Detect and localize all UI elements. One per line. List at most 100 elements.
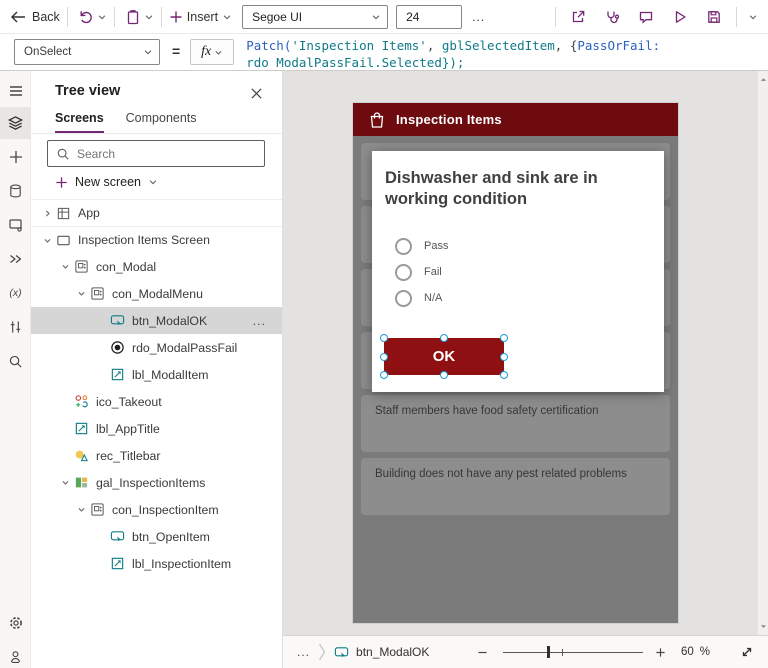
tree-item-label: con_ModalMenu [112, 286, 203, 301]
chevron-down-icon[interactable] [57, 262, 73, 271]
selection-handle[interactable] [500, 371, 508, 379]
zoom-in-button[interactable] [655, 647, 669, 658]
zoom-slider-thumb[interactable] [546, 646, 550, 658]
font-size-input[interactable] [406, 9, 447, 24]
virtual-agent-icon[interactable] [0, 641, 31, 668]
toolbar-divider [555, 6, 556, 27]
radio-option-pass[interactable]: Pass [395, 236, 448, 256]
tree-item-more-button[interactable]: ... [253, 314, 266, 328]
radio-circle-icon[interactable] [395, 289, 412, 307]
scroll-up-icon[interactable] [760, 76, 767, 83]
save-dropdown-chevron[interactable] [748, 12, 758, 22]
radio-option-label: Fail [424, 266, 442, 278]
chevron-down-icon[interactable] [73, 289, 89, 298]
search-rail-icon[interactable] [0, 345, 31, 377]
tree-item-label: rec_Titlebar [96, 448, 161, 463]
chevron-right-icon[interactable] [39, 209, 55, 218]
fullscreen-expand-icon[interactable] [740, 645, 754, 659]
ok-button-selection[interactable]: OK [380, 334, 508, 379]
selected-control-breadcrumb[interactable]: btn_ModalOK [334, 645, 429, 660]
inspection-modal: Dishwasher and sink are in working condi… [372, 151, 664, 392]
tree-item-lbl-modalitem[interactable]: lbl_ModalItem [31, 361, 282, 388]
data-icon[interactable] [0, 175, 31, 207]
tree-item-btn-modalok[interactable]: btn_ModalOK ... [31, 307, 282, 334]
menu-icon[interactable] [0, 75, 31, 107]
comments-icon[interactable] [635, 5, 657, 29]
tree-item-btn-openitem[interactable]: btn_OpenItem [31, 523, 282, 550]
undo-dropdown-chevron[interactable] [97, 12, 107, 22]
selection-handle[interactable] [440, 371, 448, 379]
media-icon[interactable] [0, 209, 31, 241]
formula-line2: rdo_ModalPassFail.Selected}); [246, 54, 465, 70]
tree-item-app[interactable]: App [31, 199, 282, 226]
scroll-down-icon[interactable] [760, 623, 767, 630]
radio-option-na[interactable]: N/A [395, 288, 442, 308]
selection-handle[interactable] [380, 334, 388, 342]
app-preview-screen[interactable]: Inspection Items Dishwasher and sink are… [353, 103, 678, 623]
fx-dropdown[interactable]: fx [190, 39, 235, 65]
share-icon[interactable] [567, 5, 589, 29]
zoom-slider-track[interactable] [502, 651, 643, 653]
power-automate-icon[interactable] [0, 243, 31, 275]
search-icon [56, 147, 70, 161]
radio-circle-icon[interactable] [395, 263, 412, 281]
design-canvas[interactable]: Inspection Items Dishwasher and sink are… [283, 71, 768, 635]
zoom-out-button[interactable] [477, 647, 491, 658]
font-size-input-box[interactable] [396, 4, 463, 29]
paste-icon[interactable] [122, 5, 144, 29]
tree-item-lbl-apptitle[interactable]: lbl_AppTitle [31, 415, 282, 442]
tab-screens[interactable]: Screens [55, 111, 104, 133]
gallery-item[interactable]: Building does not have any pest related … [361, 458, 670, 515]
tree-item-rdo-modalpassfail[interactable]: rdo_ModalPassFail [31, 334, 282, 361]
insert-menu-button[interactable]: Insert [169, 10, 232, 24]
canvas-scrollbar[interactable] [757, 71, 768, 635]
tree-item-con-modalmenu[interactable]: con_ModalMenu [31, 280, 282, 307]
tree-item-ico-takeout[interactable]: ico_Takeout [31, 388, 282, 415]
app-title-bar[interactable]: Inspection Items [353, 103, 678, 136]
advanced-tools-icon[interactable] [0, 311, 31, 343]
close-icon[interactable] [246, 83, 266, 103]
new-screen-button[interactable]: New screen [55, 175, 158, 189]
preview-play-icon[interactable] [669, 5, 691, 29]
tree-view-icon[interactable] [0, 107, 31, 139]
screen-icon [55, 232, 71, 248]
zoom-slider[interactable] [502, 645, 643, 659]
paste-dropdown-chevron[interactable] [144, 12, 154, 22]
tree-item-label: gal_InspectionItems [96, 475, 206, 490]
selection-handle[interactable] [500, 334, 508, 342]
tree-item-con-modal[interactable]: con_Modal [31, 253, 282, 280]
selection-handle[interactable] [380, 371, 388, 379]
tree-item-lbl-inspectionitem[interactable]: lbl_InspectionItem [31, 550, 282, 577]
tree-search-box[interactable] [47, 140, 265, 167]
property-select[interactable]: OnSelect [14, 39, 160, 65]
gallery-item[interactable]: Staff members have food safety certifica… [361, 395, 670, 452]
formula-input[interactable]: Patch('Inspection Items', gblSelectedIte… [246, 38, 768, 69]
ok-button[interactable]: OK [384, 338, 504, 375]
chevron-down-icon[interactable] [73, 505, 89, 514]
tree-item-inspection-items-screen[interactable]: Inspection Items Screen [31, 226, 282, 253]
font-family-select[interactable]: Segoe UI [242, 4, 389, 29]
tree-item-gal-inspectionitems[interactable]: gal_InspectionItems [31, 469, 282, 496]
selection-handle[interactable] [440, 334, 448, 342]
selection-handle[interactable] [500, 353, 508, 361]
app-checker-icon[interactable] [601, 5, 623, 29]
breadcrumb-overflow-button[interactable]: ... [297, 645, 310, 659]
radio-option-fail[interactable]: Fail [395, 262, 442, 282]
settings-icon[interactable] [0, 607, 31, 639]
insert-rail-icon[interactable] [0, 141, 31, 173]
variables-icon[interactable]: (x) [0, 277, 31, 309]
radio-circle-icon[interactable] [395, 237, 412, 255]
chevron-down-icon[interactable] [57, 478, 73, 487]
tab-components[interactable]: Components [126, 111, 197, 133]
save-icon[interactable] [703, 5, 725, 29]
button-icon [109, 313, 125, 329]
tree-item-con-inspectionitem[interactable]: con_InspectionItem [31, 496, 282, 523]
new-screen-label: New screen [75, 175, 141, 189]
tree-item-rec-titlebar[interactable]: rec_Titlebar [31, 442, 282, 469]
search-input[interactable] [77, 146, 256, 161]
selection-handle[interactable] [380, 353, 388, 361]
chevron-down-icon[interactable] [39, 236, 55, 245]
toolbar-overflow-button[interactable]: ... [472, 10, 485, 24]
back-button[interactable]: Back [10, 10, 60, 24]
undo-icon[interactable] [75, 5, 97, 29]
